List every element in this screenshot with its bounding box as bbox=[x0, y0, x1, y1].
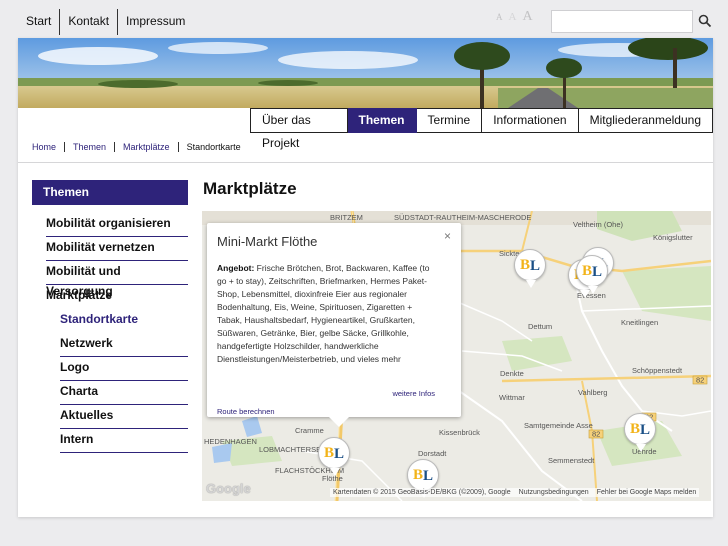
sidebar-menu: Mobilität organisieren Mobilität vernetz… bbox=[46, 213, 188, 453]
map-marker[interactable]: BL bbox=[514, 249, 546, 288]
report-error-link[interactable]: Fehler bei Google Maps melden bbox=[597, 489, 697, 496]
search-icon[interactable] bbox=[698, 14, 712, 28]
nav-themen[interactable]: Themen bbox=[347, 108, 417, 133]
popup-description: Angebot: Frische Brötchen, Brot, Backwar… bbox=[217, 262, 439, 366]
sidebar-item-intern[interactable]: Intern bbox=[60, 429, 188, 453]
sidebar-item-standortkarte[interactable]: Standortkarte bbox=[60, 309, 188, 333]
font-size-controls: A A A bbox=[496, 9, 533, 25]
place-label: Veltheim (Ohe) bbox=[573, 220, 624, 229]
sidebar-item-mobilitaet-versorgung[interactable]: Mobilität und Versorgung bbox=[46, 261, 188, 298]
place-label: HEDENHAGEN bbox=[204, 437, 257, 446]
sidebar-item-mobilitaet-vernetzen[interactable]: Mobilität vernetzen bbox=[46, 237, 188, 261]
font-size-medium-button[interactable]: A bbox=[509, 11, 517, 23]
popup-offer-label: Angebot: bbox=[217, 263, 255, 273]
main-navigation: Über das Projekt Themen Termine Informat… bbox=[250, 108, 713, 150]
topnav-start-link[interactable]: Start bbox=[18, 9, 61, 35]
sidebar-item-logo[interactable]: Logo bbox=[60, 357, 188, 381]
popup-title: Mini-Markt Flöthe bbox=[217, 234, 318, 249]
place-label: Kissenbrück bbox=[439, 428, 480, 437]
place-label: Dorstadt bbox=[418, 449, 447, 458]
sidebar-item-marktplaetze[interactable]: Marktplätze bbox=[46, 285, 188, 309]
page-title: Marktplätze bbox=[203, 179, 297, 198]
map-marker[interactable]: BL bbox=[576, 255, 608, 294]
sidebar-item-aktuelles[interactable]: Aktuelles bbox=[60, 405, 188, 429]
map-info-popup: Mini-Markt Flöthe × Angebot: Frische Brö… bbox=[207, 223, 461, 427]
place-label: Königslutter bbox=[653, 233, 693, 242]
place-label: LOBMACHTERSEN bbox=[259, 445, 327, 454]
topnav-kontakt-link[interactable]: Kontakt bbox=[60, 9, 119, 35]
standort-map[interactable]: 82 82 82 BRITZEM SÜDSTADT-RAUTHEIM-MASCH… bbox=[202, 211, 711, 501]
breadcrumb-marktplaetze[interactable]: Marktplätze bbox=[115, 142, 179, 152]
breadcrumb: Home Themen Marktplätze Standortkarte bbox=[32, 138, 249, 156]
close-icon[interactable]: × bbox=[444, 229, 451, 243]
place-label: Samtgemeinde Asse bbox=[524, 421, 593, 430]
nav-ueber-das-projekt[interactable]: Über das Projekt bbox=[251, 108, 348, 150]
map-marker[interactable]: BL bbox=[318, 437, 350, 476]
font-size-small-button[interactable]: A bbox=[496, 12, 503, 22]
place-label: Wittmar bbox=[499, 393, 525, 402]
sidebar-title: Themen bbox=[32, 180, 188, 205]
sidebar-item-charta[interactable]: Charta bbox=[60, 381, 188, 405]
popup-offer-text: Frische Brötchen, Brot, Backwaren, Kaffe… bbox=[217, 263, 430, 364]
place-label: Vahlberg bbox=[578, 388, 607, 397]
place-label: Kneitlingen bbox=[621, 318, 658, 327]
nav-mitgliederanmeldung[interactable]: Mitgliederanmeldung bbox=[578, 108, 713, 133]
breadcrumb-home[interactable]: Home bbox=[32, 142, 66, 152]
more-info-link[interactable]: weitere Infos bbox=[392, 389, 435, 398]
search-input[interactable] bbox=[551, 10, 693, 33]
map-marker[interactable]: BL bbox=[624, 413, 656, 452]
map-data-credit: Kartendaten © 2015 GeoBasis-DE/BKG (©200… bbox=[333, 489, 511, 496]
top-navigation: Start Kontakt Impressum bbox=[18, 9, 193, 35]
route-link[interactable]: Route berechnen bbox=[217, 407, 275, 416]
terms-link[interactable]: Nutzungsbedingungen bbox=[519, 489, 589, 496]
nav-termine[interactable]: Termine bbox=[416, 108, 483, 133]
sidebar-item-mobilitaet-organisieren[interactable]: Mobilität organisieren bbox=[46, 213, 188, 237]
header-banner-image bbox=[18, 38, 713, 108]
map-attribution: Kartendaten © 2015 GeoBasis-DE/BKG (©200… bbox=[330, 488, 700, 497]
place-label: Denkte bbox=[500, 369, 524, 378]
map-marker[interactable]: BL bbox=[407, 459, 439, 498]
breadcrumb-themen[interactable]: Themen bbox=[65, 142, 116, 152]
nav-informationen[interactable]: Informationen bbox=[482, 108, 579, 133]
place-label: Dettum bbox=[528, 322, 552, 331]
divider bbox=[18, 162, 713, 163]
topnav-impressum-link[interactable]: Impressum bbox=[118, 9, 193, 35]
place-label: BRITZEM bbox=[330, 213, 363, 222]
place-label: SÜDSTADT-RAUTHEIM-MASCHERODE bbox=[394, 213, 531, 222]
place-label: Cramme bbox=[295, 426, 324, 435]
breadcrumb-current: Standortkarte bbox=[186, 142, 241, 152]
place-label: Semmenstedt bbox=[548, 456, 595, 465]
place-label: Schöppenstedt bbox=[632, 366, 683, 375]
road-number: 82 bbox=[696, 376, 704, 385]
page-container: Über das Projekt Themen Termine Informat… bbox=[18, 38, 713, 517]
sidebar-item-netzwerk[interactable]: Netzwerk bbox=[60, 333, 188, 357]
google-logo: Google bbox=[206, 481, 251, 496]
font-size-large-button[interactable]: A bbox=[522, 9, 532, 25]
road-number: 82 bbox=[592, 430, 600, 439]
